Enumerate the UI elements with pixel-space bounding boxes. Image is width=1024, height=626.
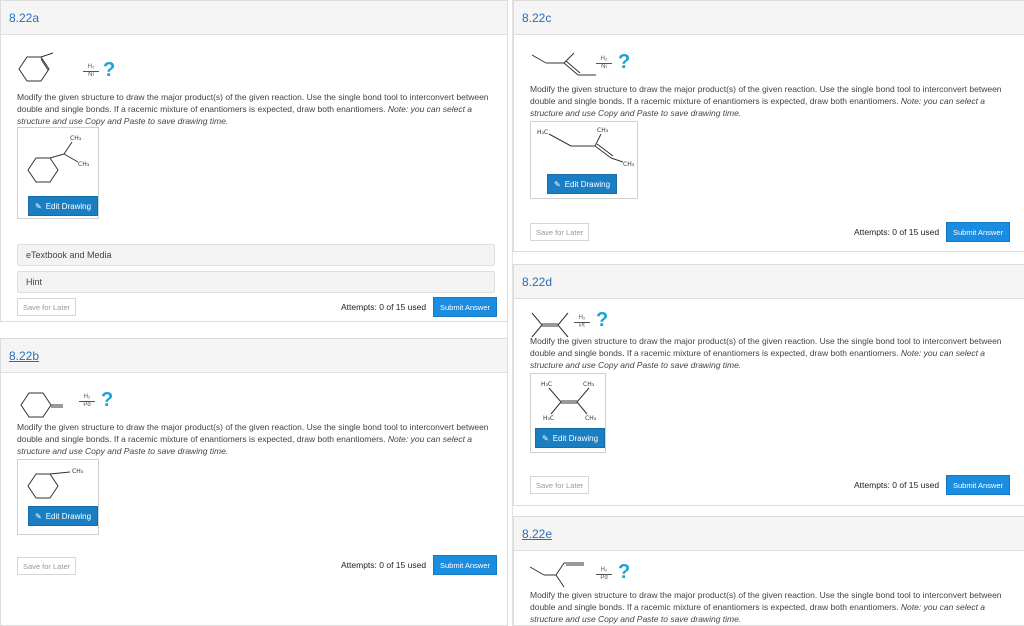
methyl-label: CH₃ [585, 415, 597, 422]
left-column: 8.22a H₂ Ni ? Modify the given structure… [0, 0, 508, 626]
edit-drawing-button[interactable]: ✎ Edit Drawing [547, 174, 618, 194]
drawing-area[interactable]: H₃C CH₃ CH₃ ✎ Edit Drawing [530, 121, 638, 199]
drawing-area[interactable]: CH₃ ✎ Edit Drawing [17, 459, 99, 535]
edit-drawing-button[interactable]: ✎ Edit Drawing [28, 506, 99, 526]
question-prompt: Modify the given structure to draw the m… [530, 335, 1014, 371]
question-mark: ? [101, 389, 114, 411]
problem-title: 8.22d [514, 265, 1024, 299]
pencil-icon: ✎ [542, 434, 549, 443]
product-structure: H₃C CH₃ H₃C CH₃ [541, 381, 597, 422]
question-prompt: Modify the given structure to draw the m… [17, 91, 497, 127]
question-prompt: Modify the given structure to draw the m… [530, 589, 1014, 625]
question-prompt: Modify the given structure to draw the m… [530, 83, 1014, 119]
reagent: H₂ Pd [79, 394, 95, 409]
pencil-icon: ✎ [35, 512, 42, 521]
problem-card-8-22d: 8.22d H₂ Pt ? Modify the given structure… [513, 264, 1024, 506]
reagent: H₂ Ni [83, 64, 99, 79]
methyl-label: CH₃ [623, 161, 635, 168]
reactant-structure [529, 562, 584, 588]
attempts-counter: Attempts: 0 of 15 used [854, 480, 940, 490]
problem-card-8-22a: 8.22a H₂ Ni ? Modify the given structure… [0, 0, 508, 322]
pencil-icon: ✎ [35, 202, 42, 211]
submit-answer-button[interactable]: Submit Answer [433, 297, 498, 317]
etextbook-media-toggle[interactable]: eTextbook and Media [17, 244, 495, 266]
save-for-later-button[interactable]: Save for Later [530, 476, 590, 494]
submit-answer-button[interactable]: Submit Answer [946, 475, 1011, 495]
reagent: H₂ Pd [596, 567, 612, 582]
problem-title[interactable]: 8.22b [1, 339, 507, 373]
reagent: H₂ Pt [574, 315, 590, 330]
submit-answer-button[interactable]: Submit Answer [433, 555, 498, 575]
problem-title: 8.22a [1, 1, 507, 35]
attempts-counter: Attempts: 0 of 15 used [341, 560, 427, 570]
methyl-label: H₃C [537, 129, 548, 136]
attempts-counter: Attempts: 0 of 15 used [341, 302, 427, 312]
problem-card-8-22b: 8.22b H₂ Pd ? Modify the given structure… [0, 338, 508, 626]
submit-answer-button[interactable]: Submit Answer [946, 222, 1011, 242]
methyl-label: CH₃ [597, 127, 609, 134]
methyl-label: H₃C [541, 381, 552, 388]
drawing-area[interactable]: H₃C CH₃ H₃C CH₃ ✎ Edit Drawing [530, 373, 606, 453]
save-for-later-button[interactable]: Save for Later [17, 557, 77, 575]
save-for-later-button[interactable]: Save for Later [17, 298, 77, 316]
reactant-structure [20, 392, 63, 418]
product-structure: CH₃ [27, 468, 84, 499]
methyl-label: CH₃ [583, 381, 595, 388]
question-mark: ? [618, 561, 631, 583]
problem-title[interactable]: 8.22e [514, 517, 1024, 551]
methyl-label: CH₃ [78, 161, 90, 168]
question-mark: ? [103, 59, 116, 81]
right-column: 8.22c H₂ Ni ? Modify the given structure… [512, 0, 1024, 626]
drawing-area[interactable]: CH₃ CH₃ ✎ Edit Drawing [17, 127, 99, 219]
edit-drawing-button[interactable]: ✎ Edit Drawing [28, 196, 99, 216]
problem-title: 8.22c [514, 1, 1024, 35]
save-for-later-button[interactable]: Save for Later [530, 223, 590, 241]
edit-drawing-button[interactable]: ✎ Edit Drawing [535, 428, 606, 448]
problem-card-8-22c: 8.22c H₂ Ni ? Modify the given structure… [513, 0, 1024, 252]
methyl-label: CH₃ [72, 468, 84, 475]
reactant-structure [531, 52, 596, 76]
reagent: H₂ Ni [596, 56, 612, 71]
problem-card-8-22e: 8.22e H₂ Pd ? Modify the given structure… [513, 516, 1024, 626]
hint-toggle[interactable]: Hint [17, 271, 495, 293]
question-prompt: Modify the given structure to draw the m… [17, 421, 497, 457]
product-structure: CH₃ CH₃ [27, 135, 90, 183]
product-structure: H₃C CH₃ CH₃ [537, 127, 635, 168]
question-mark: ? [618, 51, 631, 73]
methyl-label: H₃C [543, 415, 554, 422]
attempts-counter: Attempts: 0 of 15 used [854, 227, 940, 237]
pencil-icon: ✎ [554, 180, 561, 189]
question-mark: ? [596, 309, 609, 331]
reactant-structure [18, 52, 54, 82]
methyl-label: CH₃ [70, 135, 82, 142]
